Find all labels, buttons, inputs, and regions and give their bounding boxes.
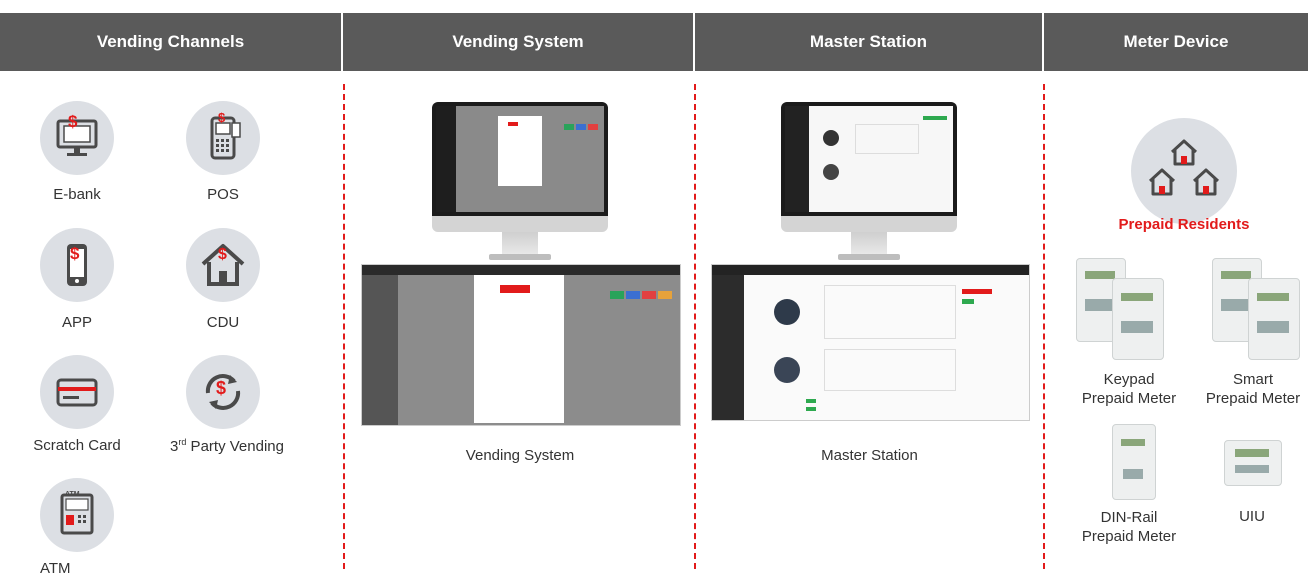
divider-1 — [343, 84, 345, 569]
pos-label: POS — [207, 186, 239, 203]
header-vending-channels: Vending Channels — [0, 13, 343, 71]
ebank-label: E-bank — [53, 186, 101, 203]
header-vending-system: Vending System — [343, 13, 695, 71]
header-master-station: Master Station — [695, 13, 1044, 71]
third-party-dollar-icon: $ — [216, 378, 227, 398]
pos-dollar-icon: $ — [218, 110, 226, 125]
atm-screen-text: ATM — [65, 491, 80, 498]
app-phone-icon — [40, 228, 114, 302]
keypad-prepaid-meter-label: Keypad Prepaid Meter — [1081, 371, 1177, 407]
uiu-label: UIU — [1239, 508, 1265, 525]
prepaid-residents-label: Prepaid Residents — [1118, 216, 1250, 233]
smart-prepaid-meter-label: Smart Prepaid Meter — [1205, 371, 1301, 407]
prepaid-residents-houses-icon — [1131, 118, 1237, 224]
scratch-card-icon — [40, 355, 114, 429]
divider-3 — [1043, 84, 1045, 569]
keypad-meter-image-2 — [1112, 278, 1164, 360]
third-party-label: 3rd Party Vending — [170, 437, 284, 455]
divider-2 — [694, 84, 696, 569]
column-header-bar: Vending Channels Vending System Master S… — [0, 13, 1308, 71]
cdu-dollar-icon: $ — [218, 246, 227, 263]
atm-label: ATM — [40, 560, 71, 577]
master-station-monitor — [781, 102, 957, 260]
cdu-label: CDU — [206, 314, 240, 331]
ebank-dollar-icon: $ — [68, 112, 78, 131]
atm-icon — [40, 478, 114, 552]
app-label: APP — [61, 314, 92, 331]
vending-system-screenshot — [361, 264, 681, 426]
vending-system-caption: Vending System — [465, 447, 575, 464]
scratch-card-label: Scratch Card — [33, 437, 121, 454]
cdu-house-icon — [186, 228, 260, 302]
vending-system-monitor — [432, 102, 608, 260]
master-station-caption: Master Station — [821, 447, 918, 464]
app-dollar-icon: $ — [70, 244, 80, 263]
smart-meter-image-2 — [1248, 278, 1300, 360]
master-station-screenshot — [711, 264, 1030, 421]
din-rail-meter-image — [1112, 424, 1156, 500]
din-rail-prepaid-meter-label: DIN-Rail Prepaid Meter — [1081, 509, 1177, 545]
uiu-device-image — [1224, 440, 1282, 486]
header-meter-device: Meter Device — [1044, 13, 1308, 71]
